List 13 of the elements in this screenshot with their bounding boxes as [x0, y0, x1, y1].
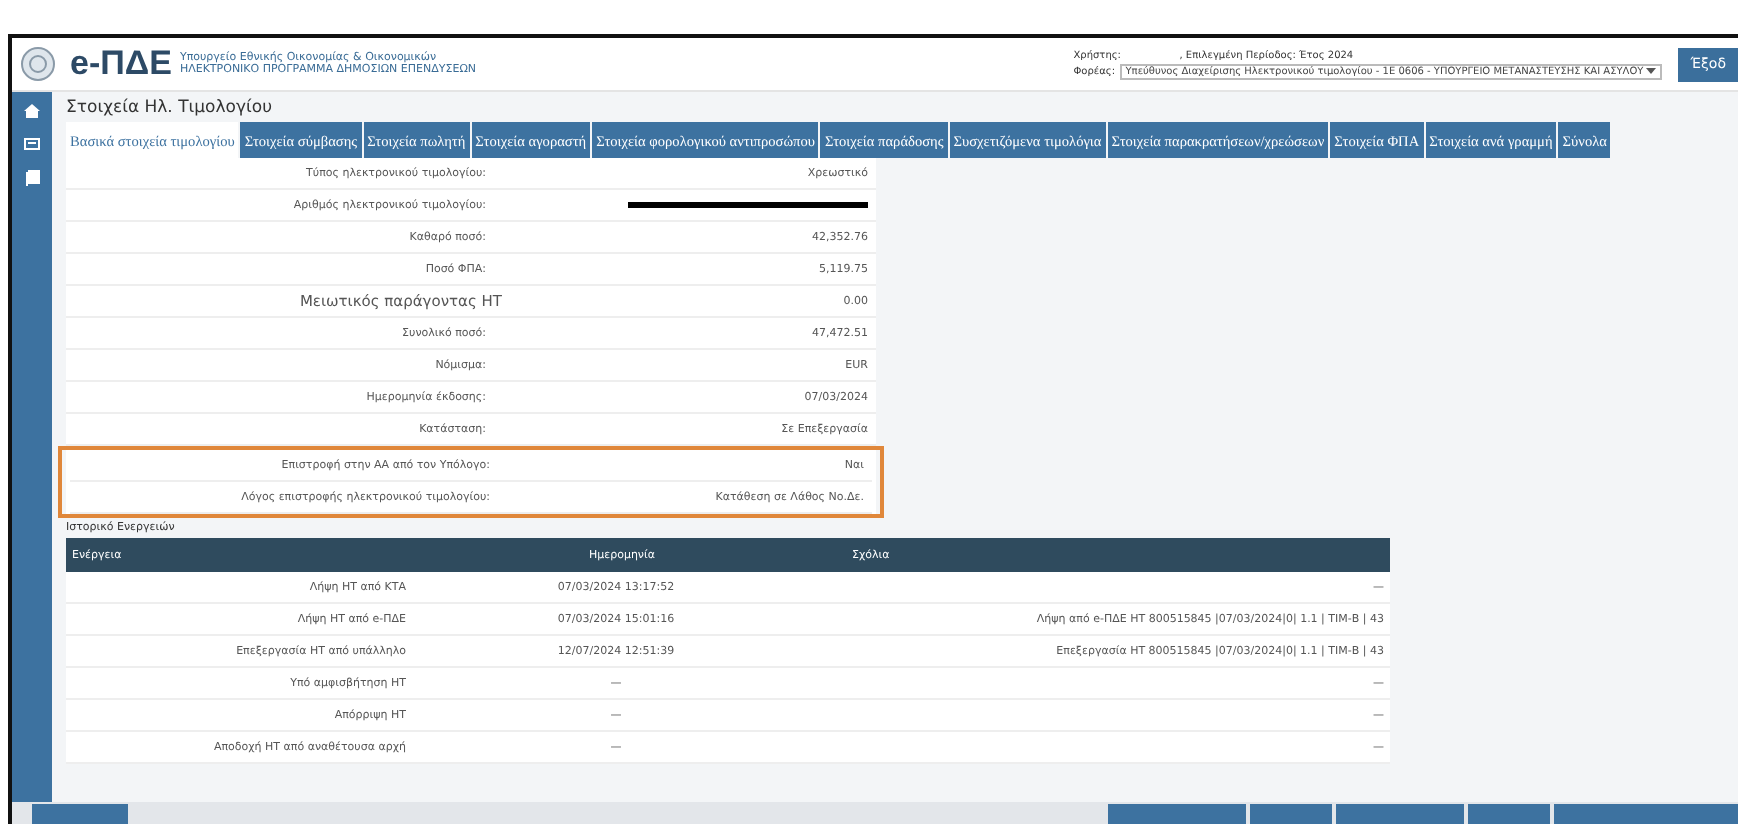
brand-logo: e-ΠΔΕ [70, 44, 172, 84]
footer-button[interactable] [1554, 804, 1738, 824]
emblem-icon [20, 46, 56, 82]
home-icon[interactable] [24, 104, 40, 118]
footer-button[interactable] [1336, 804, 1464, 824]
page-title: Στοιχεία Ηλ. Τιμολογίου [66, 96, 275, 122]
book-icon[interactable] [25, 170, 39, 186]
footer-button[interactable] [32, 804, 128, 824]
footer-button[interactable] [1250, 804, 1332, 824]
card-icon[interactable] [24, 138, 40, 150]
footer-button[interactable] [1468, 804, 1550, 824]
caret-icon [1646, 67, 1657, 74]
footer-button[interactable] [1108, 804, 1246, 824]
